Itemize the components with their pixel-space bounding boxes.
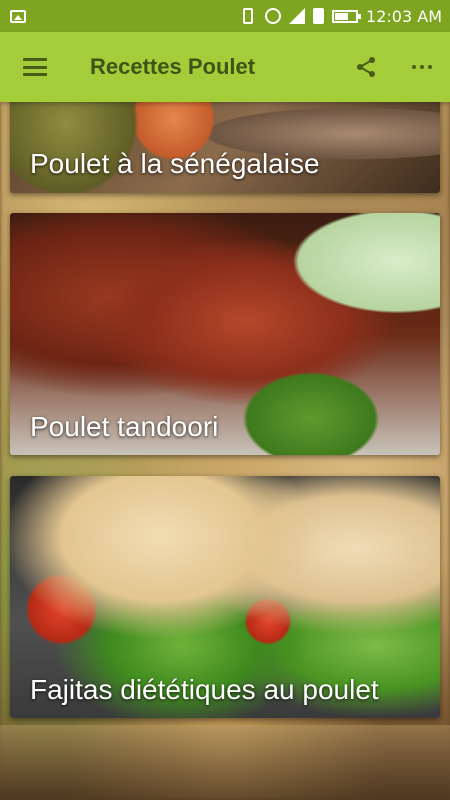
sim-icon bbox=[313, 8, 325, 24]
signal-icon bbox=[289, 8, 306, 24]
recipe-card[interactable]: Poulet tandoori bbox=[10, 213, 440, 455]
image-notification-icon bbox=[10, 9, 26, 23]
recipe-title: Poulet tandoori bbox=[30, 411, 219, 442]
battery-icon bbox=[332, 9, 362, 23]
more-icon bbox=[412, 65, 432, 69]
recipe-card[interactable]: Fajitas diététiques au poulet bbox=[10, 476, 440, 718]
app-bar: Recettes Poulet bbox=[0, 32, 450, 102]
more-options-button[interactable] bbox=[394, 32, 450, 102]
status-bar: 12:03 AM bbox=[0, 0, 450, 32]
alarm-icon bbox=[265, 8, 282, 24]
recipe-title: Fajitas diététiques au poulet bbox=[30, 674, 379, 705]
recipe-title: Poulet à la sénégalaise bbox=[30, 148, 320, 179]
menu-button[interactable] bbox=[0, 32, 70, 102]
status-time: 12:03 AM bbox=[366, 6, 442, 26]
share-button[interactable] bbox=[338, 32, 394, 102]
vibrate-icon bbox=[243, 8, 254, 24]
background-overlay bbox=[0, 725, 450, 800]
menu-icon bbox=[23, 58, 47, 76]
share-icon bbox=[357, 57, 375, 77]
recipe-card[interactable]: Poulet à la sénégalaise bbox=[10, 94, 440, 193]
app-title: Recettes Poulet bbox=[90, 54, 256, 79]
